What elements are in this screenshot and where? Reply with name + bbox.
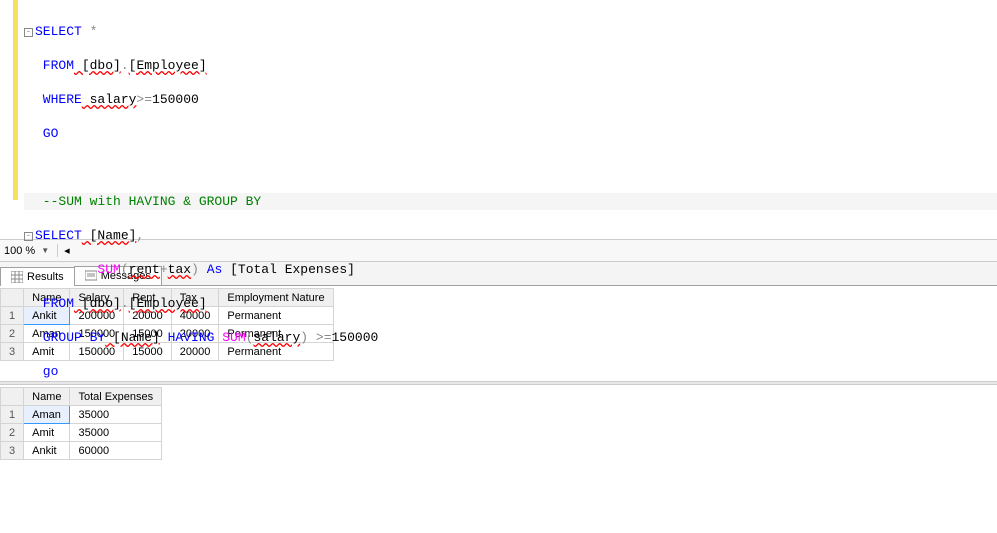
tab-results[interactable]: Results xyxy=(0,267,75,286)
kw-from: FROM xyxy=(35,58,74,73)
cell[interactable]: 35000 xyxy=(70,424,162,442)
cell[interactable]: Ankit xyxy=(24,442,70,460)
star: * xyxy=(82,24,98,39)
kw-select: SELECT xyxy=(35,24,82,39)
kw-go: GO xyxy=(35,126,58,141)
change-marker xyxy=(13,0,18,200)
comment: --SUM with HAVING & GROUP BY xyxy=(35,194,261,209)
table-row[interactable]: 3 Ankit 60000 xyxy=(1,442,162,460)
sql-editor-pane[interactable]: -SELECT * FROM [dbo].[Employee] WHERE sa… xyxy=(0,0,997,240)
kw-select2: SELECT xyxy=(35,228,82,243)
obj-dbo: [dbo] xyxy=(74,58,121,73)
kw-go2: go xyxy=(35,364,58,379)
fold-icon[interactable]: - xyxy=(24,28,33,37)
code-area[interactable]: -SELECT * FROM [dbo].[Employee] WHERE sa… xyxy=(0,0,997,414)
kw-having: HAVING xyxy=(160,330,215,345)
table-row[interactable]: 2 Amit 35000 xyxy=(1,424,162,442)
kw-as: As xyxy=(199,262,222,277)
alias: [Total Expenses] xyxy=(222,262,355,277)
fn-sum: SUM xyxy=(97,262,120,277)
fold-icon[interactable]: - xyxy=(24,232,33,241)
obj-employee: [Employee] xyxy=(129,58,207,73)
cell[interactable]: Amit xyxy=(24,424,70,442)
tab-results-label: Results xyxy=(27,271,64,283)
col-salary: salary xyxy=(82,92,137,107)
grid-icon xyxy=(11,271,23,283)
cell[interactable]: 60000 xyxy=(70,442,162,460)
kw-from2: FROM xyxy=(35,296,74,311)
col-name: [Name] xyxy=(82,228,137,243)
kw-where: WHERE xyxy=(35,92,82,107)
row-number[interactable]: 3 xyxy=(1,442,24,460)
fn-sum2: SUM xyxy=(214,330,245,345)
kw-groupby: GROUP BY xyxy=(35,330,105,345)
row-number[interactable]: 2 xyxy=(1,424,24,442)
